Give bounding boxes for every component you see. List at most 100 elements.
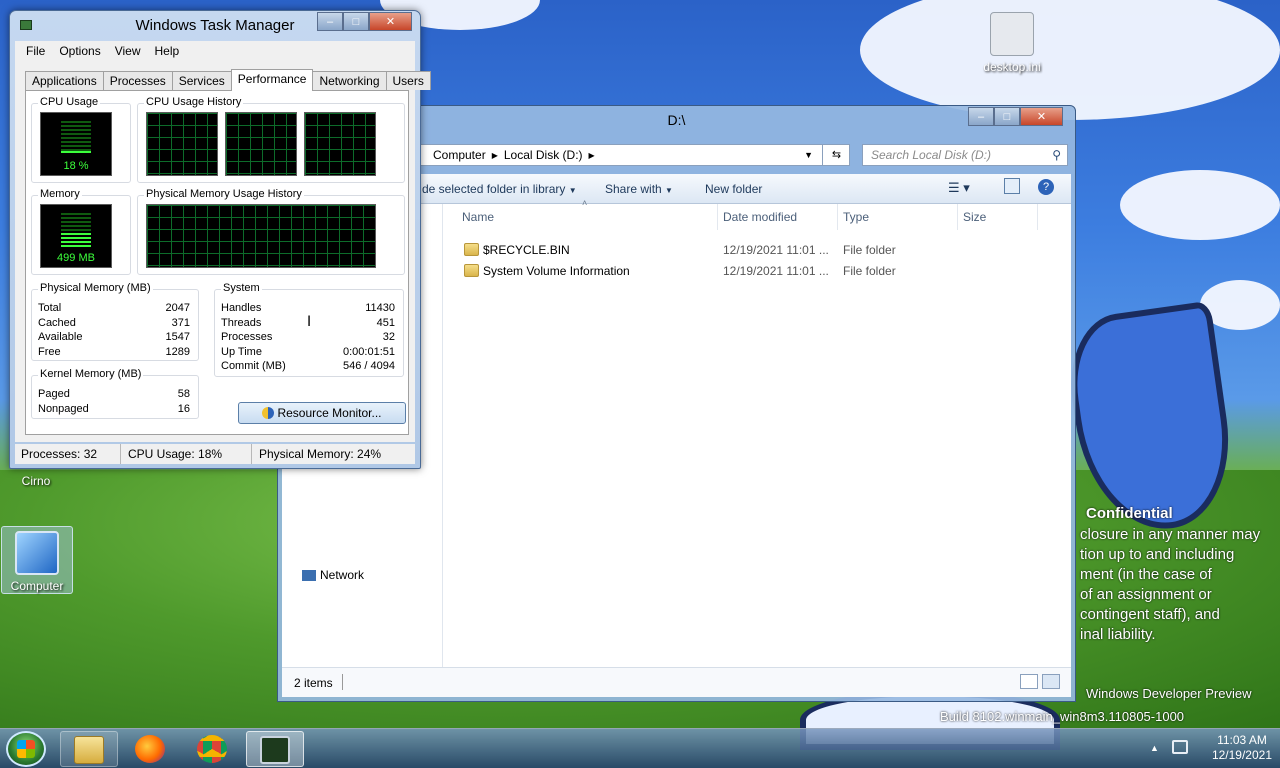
refresh-button[interactable]: ⇆ (822, 144, 850, 166)
clock[interactable]: 11:03 AM 12/19/2021 (1212, 733, 1272, 763)
watermark-line: inal liability. (1080, 626, 1156, 643)
taskbar-explorer-button[interactable] (60, 731, 118, 767)
chevron-right-icon[interactable]: ▶ (492, 151, 498, 160)
status-processes: Processes: 32 (21, 447, 98, 461)
desktop-icon-cirno[interactable]: Cirno (0, 474, 72, 488)
share-with-button[interactable]: Share with ▼ (605, 182, 673, 196)
desktop-icon-label: desktop.ini (983, 60, 1041, 74)
minimize-button[interactable]: – (317, 12, 343, 31)
column-header-name[interactable]: Name (462, 210, 494, 224)
column-separator[interactable] (957, 204, 958, 230)
resource-monitor-button[interactable]: Resource Monitor... (238, 402, 406, 424)
build-watermark-line: Build 8102.winmain_win8m3.110805-1000 (940, 709, 1185, 724)
taskbar-firefox-button[interactable] (122, 731, 180, 767)
stat-value: 0:00:01:51 (343, 346, 395, 358)
chevron-down-icon: ▼ (568, 186, 577, 195)
kernel-memory-label: Kernel Memory (MB) (38, 368, 144, 380)
cpu-history-graph-core-2 (304, 112, 376, 176)
menu-view[interactable]: View (115, 44, 141, 58)
tab-networking[interactable]: Networking (312, 71, 387, 90)
column-separator[interactable] (1037, 204, 1038, 230)
chevron-down-icon[interactable]: ▼ (804, 150, 813, 160)
file-row[interactable]: System Volume Information 12/19/2021 11:… (458, 261, 1061, 281)
watermark-line: ment (in the case of (1080, 566, 1212, 583)
column-separator[interactable] (837, 204, 838, 230)
desktop-icon-computer[interactable]: Computer (1, 526, 73, 594)
search-input[interactable]: Search Local Disk (D:) ⚲ (862, 144, 1068, 166)
stat-label: Processes (221, 331, 273, 343)
system-group: System Handles 11430 Threads 451 Processes… (214, 282, 404, 377)
stat-row-available: Available 1547 (38, 331, 190, 345)
stat-label: Cached (38, 317, 76, 329)
folder-icon (74, 736, 104, 764)
firefox-icon (135, 735, 165, 763)
tab-processes[interactable]: Processes (102, 71, 173, 90)
close-button[interactable]: ✕ (369, 12, 412, 31)
cpu-usage-group: CPU Usage 18 % (31, 96, 131, 183)
show-hidden-icons-icon[interactable]: ▲ (1150, 743, 1159, 753)
computer-icon (15, 531, 59, 575)
nav-item-network[interactable]: Network (302, 568, 364, 582)
maximize-button[interactable]: □ (343, 12, 369, 31)
task-manager-window[interactable]: Windows Task Manager – □ ✕ File Options … (9, 10, 431, 469)
search-icon[interactable]: ⚲ (1052, 148, 1061, 162)
preview-pane-icon[interactable] (1004, 178, 1020, 194)
memory-history-graph (146, 204, 376, 268)
breadcrumb-computer[interactable]: Computer (433, 148, 486, 162)
memory-meter-fill (61, 233, 91, 247)
cpu-usage-label: CPU Usage (38, 96, 101, 108)
status-cpu-usage: CPU Usage: 18% (128, 447, 223, 461)
file-row[interactable]: $RECYCLE.BIN 12/19/2021 11:01 ... File f… (458, 240, 1061, 260)
menu-options[interactable]: Options (59, 44, 100, 58)
background-cloud (1120, 170, 1280, 240)
column-header-type[interactable]: Type (843, 210, 869, 224)
desktop-icon-desktop-ini[interactable]: desktop.ini (976, 12, 1048, 74)
explorer-status-bar: 2 items (282, 667, 1071, 697)
kernel-memory-group: Kernel Memory (MB) Paged 58 Nonpaged 16 (31, 368, 199, 419)
tab-users[interactable]: Users (385, 71, 431, 90)
minimize-button[interactable]: – (968, 107, 994, 126)
include-in-library-button[interactable]: de selected folder in library ▼ (422, 182, 577, 196)
desktop-icon-label: Computer (10, 579, 64, 593)
stat-value: 11430 (365, 302, 395, 314)
tab-services[interactable]: Services (171, 71, 232, 90)
file-date: 12/19/2021 11:01 ... (723, 243, 829, 257)
breadcrumb-local-disk[interactable]: Local Disk (D:) (504, 148, 583, 162)
column-header-date[interactable]: Date modified (723, 210, 797, 224)
watermark-line: closure in any manner may (1080, 526, 1261, 543)
address-bar[interactable]: Computer ▶ Local Disk (D:) ▶ ▼ (418, 144, 850, 166)
stat-row-free: Free 1289 (38, 346, 190, 360)
stat-value: 2047 (165, 302, 190, 314)
file-name: $RECYCLE.BIN (483, 243, 570, 257)
maximize-button[interactable]: □ (994, 107, 1020, 126)
stat-label: Up Time (221, 346, 262, 358)
close-button[interactable]: ✕ (1020, 107, 1063, 126)
windows-logo-icon (17, 740, 35, 758)
large-icons-view-icon[interactable] (1042, 674, 1060, 689)
new-folder-button[interactable]: New folder (705, 182, 762, 196)
stat-row-commit: Commit (MB) 546 / 4094 (221, 360, 395, 374)
start-button[interactable] (6, 731, 46, 767)
taskbar-task-manager-button[interactable] (246, 731, 304, 767)
column-header-size[interactable]: Size (963, 210, 986, 224)
clock-date: 12/19/2021 (1211, 748, 1272, 762)
column-separator[interactable] (717, 204, 718, 230)
stat-value: 32 (382, 331, 395, 343)
task-manager-status-bar: Processes: 32 CPU Usage: 18% Physical Me… (15, 444, 415, 464)
memory-meter: 499 MB (40, 204, 112, 268)
tab-applications[interactable]: Applications (25, 71, 104, 90)
tab-performance[interactable]: Performance (230, 69, 314, 91)
help-icon[interactable]: ? (1038, 179, 1054, 195)
folder-icon (464, 243, 479, 256)
view-options-icon[interactable]: ☰ ▾ (948, 180, 970, 196)
network-tray-icon[interactable] (1172, 740, 1188, 754)
menu-help[interactable]: Help (155, 44, 180, 58)
settings-file-icon (990, 12, 1034, 56)
menu-file[interactable]: File (26, 44, 45, 58)
chevron-right-icon[interactable]: ▶ (589, 151, 595, 160)
watermark-line: Confidential (1086, 505, 1173, 522)
stat-value: 1547 (165, 331, 190, 343)
details-view-icon[interactable] (1020, 674, 1038, 689)
watermark-line: of an assignment or (1080, 586, 1212, 603)
taskbar-chrome-button[interactable] (184, 731, 242, 767)
